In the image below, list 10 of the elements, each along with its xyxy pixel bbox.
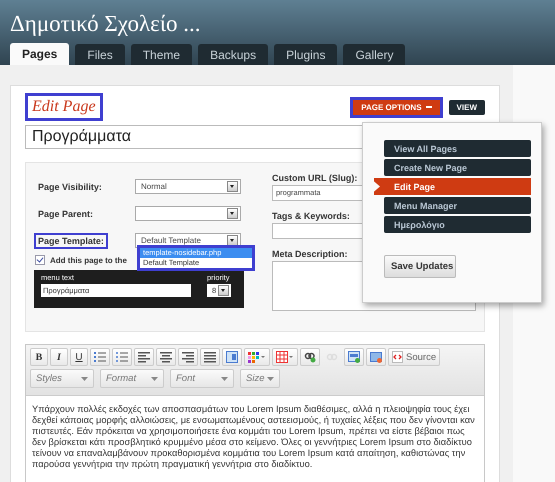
field-label: Custom URL (Slug): [272, 173, 358, 183]
checkbox-label: Add this page to the [50, 256, 127, 264]
page-heading: Edit Page [25, 93, 103, 121]
field-label: Tags & Keywords: [272, 211, 351, 221]
field-label: Page Parent: [37, 208, 94, 221]
field-label: Meta Description: [272, 249, 349, 259]
field-label: Page Visibility: [37, 180, 103, 194]
editor-text: Υπάρχουν πολλές εκδοχές των αποσπασμάτων του Lorem Ipsum διαθέσιμες, αλλά η πλειοψηφία τους έχει δεχθεί κάποιας μορφής αλλοιώσεις, με ενσωματωμένους αστεεισμούς, ή τυχαίες λέξεις που δεν γίνονται καν πιστευτές. Εάν πρόκειται να χρησιμοποιήσετε ένα κομμάτι του Lorem Ipsum, πρέπει να είστε βέβαιοι πως δεν βρίσκεται κάτι προσβλητικό κρυμμένο μέσα στο κείμενο. Όλες οι γεννήτριες Lorem Ipsum στο διαδίκτυο τείνουν να επαναλαμβάνουν προκαθορισμένα κομμάτια του Lorem Ipsum κατά απαίτηση, καθιστώνας την παρούσα γεννήτρια την πρώτη πραγματική γεννήτρια στο διαδίκτυο. [32, 404, 476, 470]
field-label: Page Template: [34, 232, 108, 248]
site-title: Δημοτικό Σχολείο ... [9, 10, 202, 37]
